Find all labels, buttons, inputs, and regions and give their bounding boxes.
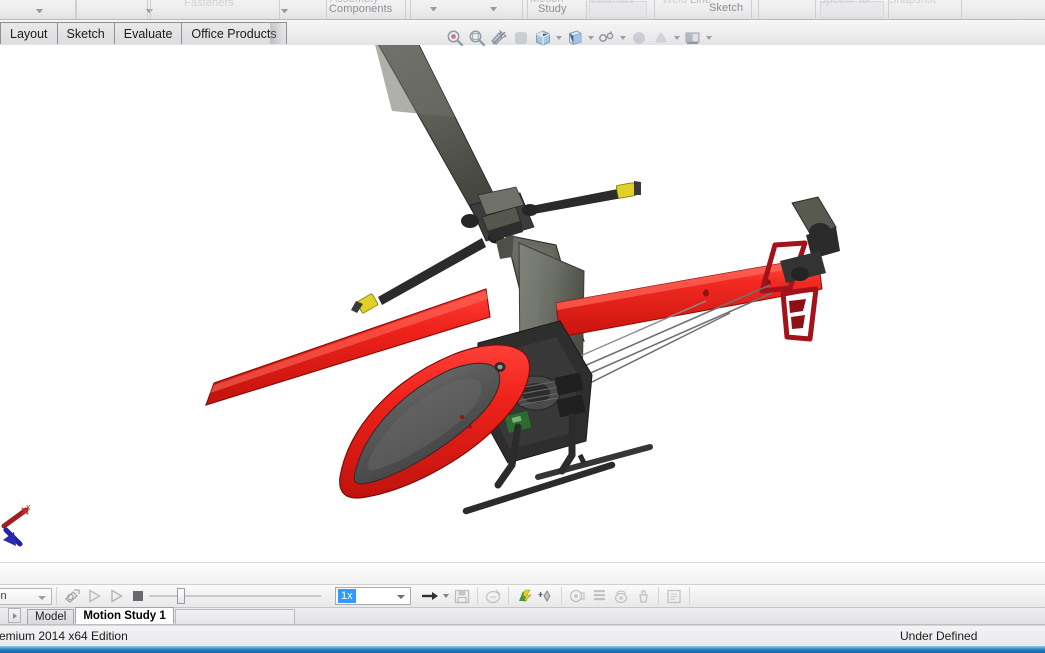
chevron-down-icon[interactable] [397,595,405,599]
toolbar-separator [508,587,509,605]
playback-mode-dropdown[interactable] [441,585,451,607]
status-bar: remium 2014 x64 Edition Under Defined [0,625,1045,646]
ribbon-group-materials: Materials [588,0,634,6]
animation-wizard-icon[interactable] [482,586,504,606]
command-tabs: Layout Sketch Evaluate Office Products [0,22,287,44]
hide-show-items-icon[interactable] [564,27,586,49]
tab-layout-label: Layout [10,26,48,41]
zoom-to-area-icon[interactable] [466,27,488,49]
ribbon-group-fasteners: Fasteners [184,0,234,9]
tab-scroll-right-button[interactable] [8,608,21,623]
ribbon-group-study: Study [538,3,567,15]
playback-mode-button[interactable] [419,586,441,606]
tab-bar-filler [174,609,295,624]
toolbar-separator [477,587,478,605]
play-icon[interactable] [105,586,127,606]
tab-model-label: Model [35,611,67,623]
tail-rotor [780,196,840,283]
viewport-icon[interactable] [682,27,704,49]
tabstrip-shadow [270,22,284,44]
timeline-zoom-slider[interactable] [149,587,321,605]
motion-manager-divider[interactable] [0,562,1045,584]
coordinate-triad: x [0,500,48,558]
edit-appearance-dropdown[interactable] [618,27,628,49]
status-badge: Under Defined [900,629,978,643]
damper-icon[interactable] [610,586,632,606]
hide-show-items-dropdown[interactable] [586,27,596,49]
auto-key-icon[interactable] [513,586,535,606]
document-tab-bar: Model Motion Study 1 [0,607,1045,625]
tab-motion-study-1-label: Motion Study 1 [83,609,166,622]
play-from-start-icon[interactable] [83,586,105,606]
tab-motion-study-1[interactable]: Motion Study 1 [75,607,174,624]
tab-sketch-label: Sketch [66,26,105,41]
tab-evaluate-label: Evaluate [123,26,173,41]
animation-type-value: ion [0,590,7,602]
motion-manager-toolbar: ion [0,584,1045,608]
zoom-to-fit-icon[interactable] [444,27,466,49]
chevron-down-icon[interactable] [38,595,46,600]
motor-icon[interactable] [566,586,588,606]
helicopter-model [205,45,840,515]
view-toolbar [444,26,714,50]
tab-layout[interactable]: Layout [0,22,58,44]
view-settings-icon[interactable] [650,27,672,49]
calculate-icon[interactable] [61,586,83,606]
chevron-down-icon[interactable] [281,9,288,13]
playback-speed-value: 1x [338,589,356,603]
toolbar-separator [561,587,562,605]
tab-sketch[interactable]: Sketch [57,22,115,44]
viewport-dropdown[interactable] [704,27,714,49]
tab-model[interactable]: Model [27,609,75,624]
force-icon[interactable] [632,586,654,606]
view-settings-dropdown[interactable] [672,27,682,49]
display-style-dropdown[interactable] [554,27,564,49]
status-edition-text: remium 2014 x64 Edition [0,629,128,643]
ribbon-group-weld: Weld [662,0,688,6]
spring-icon[interactable] [588,586,610,606]
playback-speed-combo[interactable]: 1x [335,587,411,605]
display-style-icon[interactable] [532,27,554,49]
results-plots-icon[interactable] [663,586,685,606]
apply-scene-icon[interactable] [628,27,650,49]
slider-knob[interactable] [177,588,185,604]
ribbon-toolbar: Fasteners Assembly Components Motion Stu… [0,0,1045,20]
animation-type-combo[interactable]: ion [0,587,52,605]
chevron-down-icon[interactable] [490,7,497,11]
slider-rail [149,595,321,597]
add-key-icon[interactable] [535,586,557,606]
save-animation-icon[interactable] [451,586,473,606]
edit-appearance-icon[interactable] [596,27,618,49]
graphics-area[interactable]: x [0,45,1045,562]
toolbar-separator [658,587,659,605]
chevron-down-icon[interactable] [430,7,437,11]
ribbon-group-speedpak: SpeedPak [819,0,871,6]
solidworks-window: Fasteners Assembly Components Motion Stu… [0,0,1045,653]
toolbar-separator [56,587,57,605]
ribbon-group-snapshot: Snapshot [889,0,937,6]
tab-evaluate[interactable]: Evaluate [114,22,183,44]
window-accent-line [0,646,1045,653]
section-view-icon[interactable] [488,27,510,49]
toolbar-separator [689,587,690,605]
ribbon-group-components: Components [329,3,393,15]
view-orientation-icon[interactable] [510,27,532,49]
ribbon-group-sketch: Sketch [709,2,744,14]
triad-x-label: x [26,502,31,512]
tab-office-products-label: Office Products [191,26,277,41]
chevron-down-icon[interactable] [36,9,43,13]
stop-icon[interactable] [127,586,149,606]
